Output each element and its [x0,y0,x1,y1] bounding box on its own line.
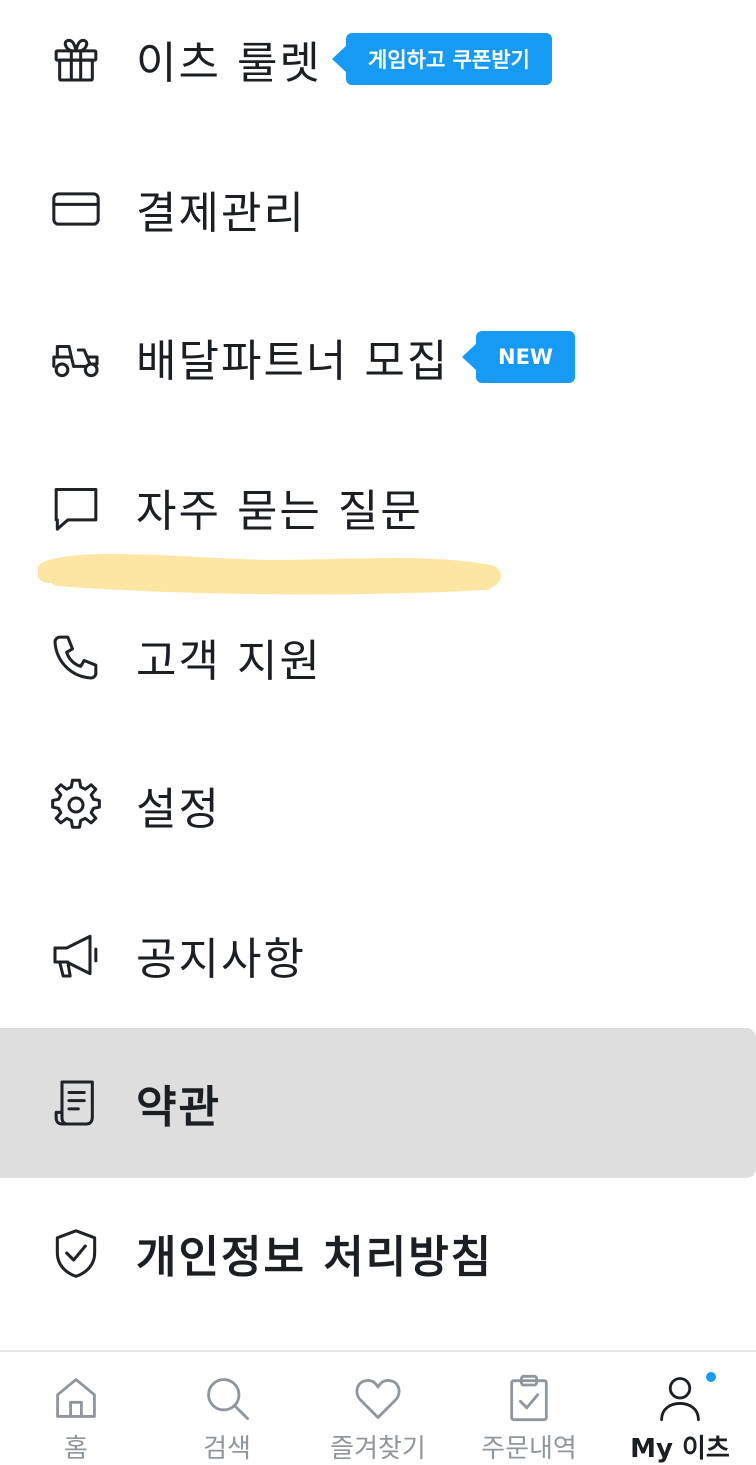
scooter-icon [46,327,106,387]
tab-home[interactable]: 홈 [0,1352,152,1464]
gift-icon [46,29,106,89]
tab-my-eats-label: My 이츠 [630,1434,730,1464]
tab-orders-label: 주문내역 [481,1434,577,1464]
tab-orders[interactable]: 주문내역 [453,1352,605,1464]
tab-search-label: 검색 [203,1434,251,1464]
menu-item-privacy-policy[interactable]: 개인정보 처리방침 [0,1178,756,1328]
menu-item-terms[interactable]: 약관 [0,1028,756,1178]
tab-home-label: 홈 [64,1434,88,1464]
tab-search[interactable]: 검색 [151,1352,303,1464]
menu-item-customer-support[interactable]: 고객 지원 [0,582,756,732]
highlight-stroke [38,553,501,595]
clipboard-check-icon [503,1372,555,1424]
menu-item-label: 설정 [136,784,221,835]
heart-icon [352,1372,404,1424]
tab-favorites-label: 즐겨찾기 [330,1434,426,1464]
menu-item-label: 자주 묻는 질문 [136,486,423,537]
search-icon [201,1372,253,1424]
home-icon [50,1372,102,1424]
megaphone-icon [46,925,106,985]
tab-favorites[interactable]: 즐겨찾기 [302,1352,454,1464]
credit-card-icon [46,179,106,239]
roulette-coupon-badge: 게임하고 쿠폰받기 [332,33,552,85]
tab-my-eats[interactable]: My 이츠 [604,1352,756,1464]
new-badge: NEW [461,331,576,383]
menu-item-label: 배달파트너 모집 [136,336,450,387]
menu-item-label: 공지사항 [136,934,306,985]
menu-item-label: 개인정보 처리방침 [136,1232,494,1283]
menu-item-label: 이츠 룰렛 [136,38,322,89]
phone-icon [46,627,106,687]
menu-item-settings[interactable]: 설정 [0,730,756,880]
menu-item-label: 결제관리 [136,188,306,239]
menu-item-label: 약관 [136,1082,221,1133]
document-icon [46,1073,106,1133]
gear-icon [46,775,106,835]
bottom-navigation-bar: 홈 검색 즐겨찾기 주문내역 My 이츠 [0,1350,756,1464]
notification-dot [706,1372,716,1382]
menu-item-notices[interactable]: 공지사항 [0,880,756,1030]
menu-item-label: 고객 지원 [136,636,322,687]
menu-item-eats-roulette[interactable]: 이츠 룰렛 게임하고 쿠폰받기 [0,0,756,134]
menu-item-delivery-partner[interactable]: 배달파트너 모집 NEW [0,282,756,432]
chat-bubble-icon [46,477,106,537]
menu-item-payment-management[interactable]: 결제관리 [0,134,756,284]
user-icon [654,1372,706,1424]
shield-check-icon [46,1223,106,1283]
